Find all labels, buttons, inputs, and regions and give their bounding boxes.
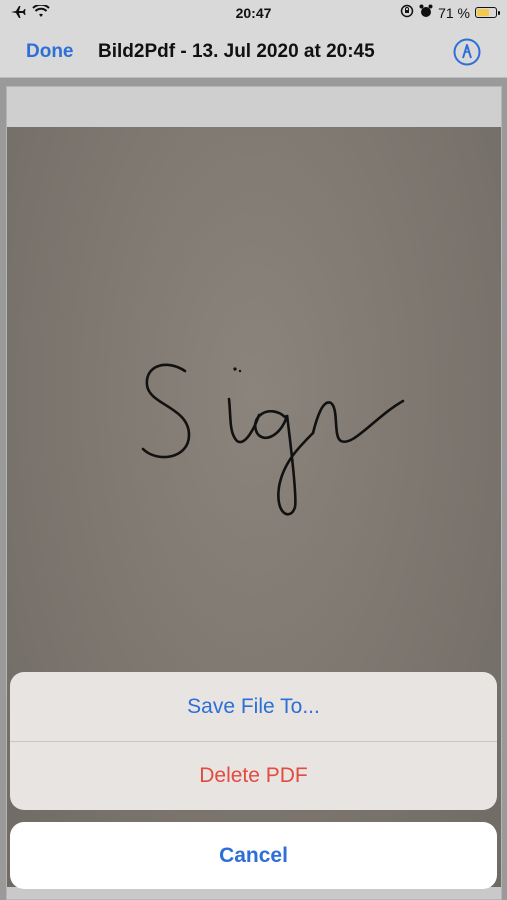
save-file-to-button[interactable]: Save File To... — [10, 672, 497, 741]
status-right-icons: 71 % — [400, 4, 500, 21]
document-title: Bild2Pdf - 13. Jul 2020 at 20:45 — [98, 41, 375, 62]
cancel-button[interactable]: Cancel — [10, 822, 497, 889]
markup-pen-icon[interactable] — [453, 38, 481, 66]
battery-icon — [475, 7, 500, 18]
done-button[interactable]: Done — [26, 41, 74, 63]
delete-pdf-button[interactable]: Delete PDF — [10, 741, 497, 810]
status-bar: 20:47 71 % — [0, 0, 507, 28]
action-sheet: Save File To... Delete PDF — [10, 672, 497, 810]
battery-level-fill — [477, 9, 489, 16]
lock-rotation-icon — [400, 4, 414, 21]
handwritten-signature — [141, 363, 405, 516]
page-top-margin — [7, 87, 501, 127]
alarm-icon — [419, 4, 433, 21]
navigation-bar: Done Bild2Pdf - 13. Jul 2020 at 20:45 — [0, 28, 507, 78]
battery-percent: 71 % — [438, 4, 470, 21]
